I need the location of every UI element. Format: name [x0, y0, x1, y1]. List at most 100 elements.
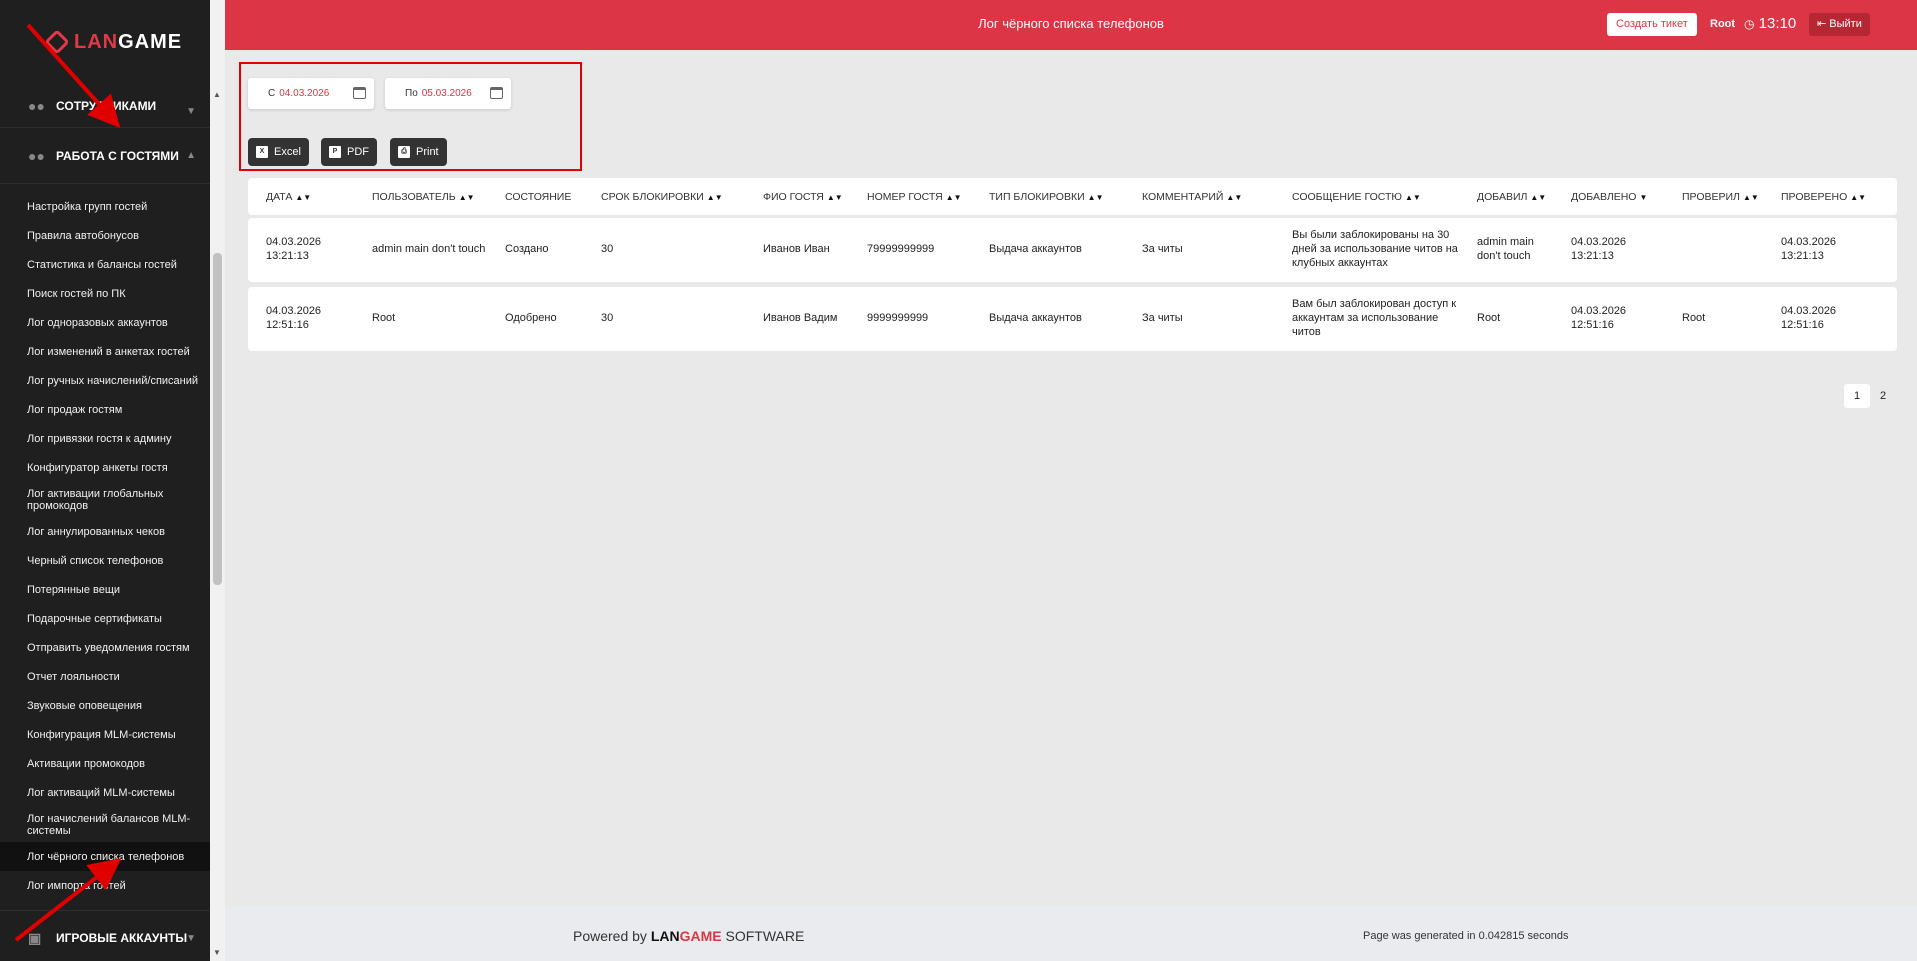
- sidebar-item[interactable]: Статистика и балансы гостей: [0, 250, 210, 279]
- cell-message: Вы были заблокированы на 30 дней за испо…: [1292, 229, 1458, 269]
- sidebar-item[interactable]: Лог импорта гостей: [0, 871, 210, 900]
- table-row[interactable]: 04.03.2026 13:21:13 admin main don't tou…: [248, 218, 1897, 282]
- sidebar-item[interactable]: Конфигуратор анкеты гостя: [0, 453, 210, 482]
- column-header[interactable]: ДОБАВЛЕНО ▼: [1571, 191, 1647, 203]
- cell-state: Одобрено: [505, 312, 557, 324]
- sidebar-item[interactable]: Отчет лояльности: [0, 662, 210, 691]
- table-header: ДАТА ▲▼ ПОЛЬЗОВАТЕЛЬ ▲▼ СОСТОЯНИЕ СРОК БЛО…: [248, 178, 1897, 215]
- logo[interactable]: LANGAME: [0, 0, 210, 84]
- calendar-icon[interactable]: [490, 87, 503, 99]
- sidebar-scrollbar[interactable]: ▲ ▼: [210, 0, 225, 961]
- sidebar-item[interactable]: Лог аннулированных чеков: [0, 517, 210, 546]
- cell-block-type: Выдача аккаунтов: [989, 312, 1082, 324]
- column-header-label: ДОБАВИЛ: [1477, 191, 1528, 203]
- scroll-down-icon[interactable]: ▼: [213, 948, 221, 957]
- generation-time: Page was generated in 0.042815 seconds: [1363, 930, 1569, 942]
- export-excel-label: Excel: [274, 146, 301, 158]
- column-header-label: ПОЛЬЗОВАТЕЛЬ: [372, 191, 456, 203]
- column-header[interactable]: КОММЕНТАРИЙ ▲▼: [1142, 191, 1242, 203]
- sort-icon: ▲▼: [1405, 193, 1421, 202]
- sidebar-item[interactable]: Активации промокодов: [0, 749, 210, 778]
- sidebar-section-staff[interactable]: ●● СОТРУДНИКАМИ ▼: [0, 84, 210, 128]
- column-header[interactable]: ПРОВЕРЕНО ▲▼: [1781, 191, 1866, 203]
- print-button[interactable]: ⎙ Print: [390, 138, 447, 166]
- sidebar-item[interactable]: Настройка групп гостей: [0, 192, 210, 221]
- cell-guest-phone: 9999999999: [867, 312, 929, 324]
- date-from-label: С: [268, 88, 276, 99]
- sidebar-item[interactable]: Поиск гостей по ПК: [0, 279, 210, 308]
- user-name: Root: [1710, 18, 1736, 30]
- sidebar-section-label: РАБОТА С ГОСТЯМИ: [56, 148, 179, 163]
- cell-message: Вам был заблокирован доступ к аккаунтам …: [1292, 298, 1457, 338]
- scrollbar-thumb[interactable]: [213, 253, 222, 585]
- export-excel-button[interactable]: X Excel: [248, 138, 309, 166]
- page-2-button[interactable]: 2: [1870, 384, 1896, 408]
- sort-icon: ▲▼: [1087, 193, 1104, 202]
- powered-by: Powered by LANGAME SOFTWARE: [573, 928, 804, 944]
- sidebar-item[interactable]: Лог активации глобальных промокодов: [0, 482, 210, 517]
- sidebar-item[interactable]: Лог начислений балансов MLM-системы: [0, 807, 210, 842]
- cell-block-type: Выдача аккаунтов: [989, 243, 1082, 255]
- logo-mark-icon: [44, 29, 70, 55]
- sidebar-item[interactable]: Звуковые оповещения: [0, 691, 210, 720]
- chevron-down-icon: ▼: [186, 106, 196, 117]
- page-1-button[interactable]: 1: [1844, 384, 1870, 408]
- sidebar-item[interactable]: Отправить уведомления гостям: [0, 633, 210, 662]
- sidebar-section-game-accounts[interactable]: ▣ ИГРОВЫЕ АККАУНТЫ ▼: [0, 910, 210, 961]
- calendar-icon[interactable]: [353, 87, 366, 99]
- logout-button[interactable]: ⇤ Выйти: [1809, 13, 1870, 36]
- column-header-label: ПРОВЕРИЛ: [1682, 191, 1740, 203]
- column-header-label: ФИО ГОСТЯ: [763, 191, 824, 203]
- sidebar-item[interactable]: Черный список телефонов: [0, 546, 210, 575]
- column-header[interactable]: ДАТА ▲▼: [266, 191, 311, 203]
- cell-guest-name: Иванов Вадим: [763, 312, 838, 324]
- column-header[interactable]: СОСТОЯНИЕ: [505, 191, 571, 203]
- export-pdf-button[interactable]: P PDF: [321, 138, 377, 166]
- chevron-down-icon: ▼: [186, 933, 196, 944]
- scroll-up-icon[interactable]: ▲: [213, 90, 221, 99]
- sidebar-item[interactable]: Потерянные вещи: [0, 575, 210, 604]
- sidebar-item[interactable]: Лог ручных начислений/списаний: [0, 366, 210, 395]
- user-group-icon: ●●: [28, 147, 45, 164]
- sort-icon: ▲▼: [458, 193, 475, 202]
- sidebar-item[interactable]: Лог продаж гостям: [0, 395, 210, 424]
- column-header-label: СОСТОЯНИЕ: [505, 191, 572, 203]
- column-header[interactable]: СРОК БЛОКИРОВКИ ▲▼: [601, 191, 723, 203]
- chevron-up-icon: ▲: [186, 150, 196, 161]
- column-header-label: СООБЩЕНИЕ ГОСТЮ: [1292, 191, 1402, 203]
- logout-icon: ⇤: [1817, 18, 1827, 30]
- sidebar-item[interactable]: Правила автобонусов: [0, 221, 210, 250]
- powered-brand: LANGAME: [650, 928, 722, 944]
- sidebar-section-guests[interactable]: ●● РАБОТА С ГОСТЯМИ ▲: [0, 128, 210, 184]
- date-from-value: 04.03.2026: [279, 88, 330, 99]
- cell-added-by: Root: [1477, 312, 1501, 324]
- sidebar-menu: Настройка групп гостей Правила автобонус…: [0, 184, 210, 900]
- sidebar-item[interactable]: Лог изменений в анкетах гостей: [0, 337, 210, 366]
- column-header[interactable]: ПОЛЬЗОВАТЕЛЬ ▲▼: [372, 191, 475, 203]
- sidebar-section-label: ИГРОВЫЕ АККАУНТЫ: [56, 931, 188, 945]
- sidebar-item[interactable]: Лог одноразовых аккаунтов: [0, 308, 210, 337]
- column-header-label: НОМЕР ГОСТЯ: [867, 191, 943, 203]
- column-header[interactable]: ФИО ГОСТЯ ▲▼: [763, 191, 843, 203]
- column-header[interactable]: ПРОВЕРИЛ ▲▼: [1682, 191, 1759, 203]
- date-from-field[interactable]: С 04.03.2026: [248, 78, 374, 109]
- column-header[interactable]: НОМЕР ГОСТЯ ▲▼: [867, 191, 962, 203]
- date-to-field[interactable]: По 05.03.2026: [385, 78, 511, 109]
- sidebar-item[interactable]: Конфигурация MLM-системы: [0, 720, 210, 749]
- sort-icon: ▲▼: [1742, 193, 1759, 202]
- create-ticket-button[interactable]: Создать тикет: [1607, 13, 1697, 36]
- date-to-value: 05.03.2026: [421, 88, 472, 99]
- sidebar-item[interactable]: Лог привязки гостя к админу: [0, 424, 210, 453]
- column-header[interactable]: ТИП БЛОКИРОВКИ ▲▼: [989, 191, 1104, 203]
- cell-user: admin main don't touch: [372, 243, 486, 255]
- column-header[interactable]: СООБЩЕНИЕ ГОСТЮ ▲▼: [1292, 191, 1421, 203]
- sort-icon: ▲▼: [295, 193, 312, 202]
- sidebar-item[interactable]: Подарочные сертификаты: [0, 604, 210, 633]
- cell-date: 04.03.2026 12:51:16: [266, 305, 322, 331]
- sidebar-item[interactable]: Лог активаций MLM-системы: [0, 778, 210, 807]
- printer-icon: ⎙: [398, 146, 410, 158]
- table-row[interactable]: 04.03.2026 12:51:16 Root Одобрено 30 Ива…: [248, 287, 1897, 351]
- clock-time: 13:10: [1758, 15, 1797, 32]
- column-header[interactable]: ДОБАВИЛ ▲▼: [1477, 191, 1546, 203]
- sidebar-item-active[interactable]: Лог чёрного списка телефонов: [0, 842, 210, 871]
